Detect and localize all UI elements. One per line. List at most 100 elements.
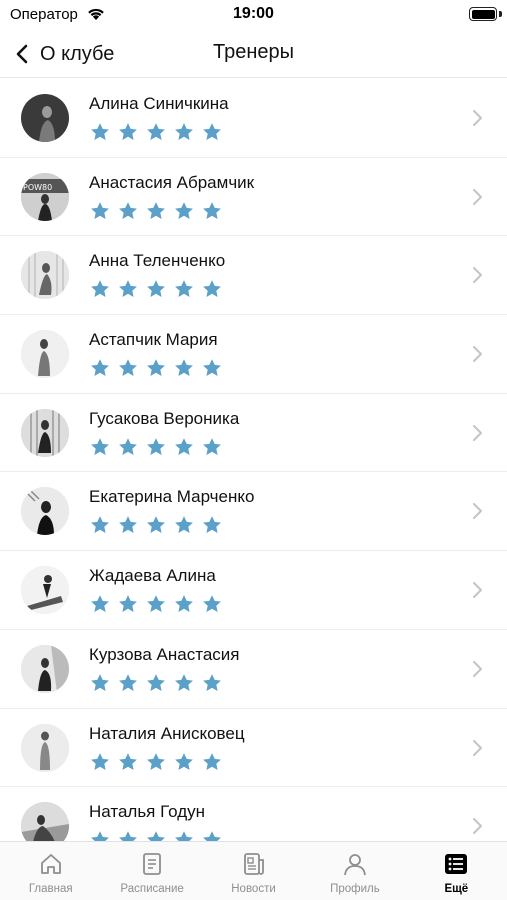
star-icon [91, 280, 109, 298]
star-icon [91, 123, 109, 140]
tab-profile[interactable]: Профиль [304, 842, 405, 900]
chevron-right-icon [473, 503, 482, 520]
star-icon [119, 595, 137, 613]
svg-text:POW80: POW80 [23, 183, 52, 192]
trainer-name: Курзова Анастасия [89, 644, 240, 664]
star-icon [91, 201, 109, 219]
trainer-avatar [21, 487, 69, 536]
page-title-text: Тренеры [212, 41, 294, 63]
star-icon [175, 752, 193, 770]
tab-more[interactable]: Ещё [406, 842, 507, 900]
trainer-row[interactable]: Анна Теленченко [0, 236, 507, 316]
tab-label: Профиль [330, 883, 380, 895]
rating-stars [90, 279, 222, 299]
home-icon [40, 854, 61, 874]
chevron-right-icon [473, 346, 482, 363]
star-icon [119, 201, 137, 219]
chevron-right-icon [473, 424, 482, 441]
star-icon [203, 201, 221, 219]
chevron-right-icon [473, 739, 482, 756]
tab-label: Ещё [444, 883, 469, 895]
star-icon [91, 516, 109, 534]
trainer-row[interactable]: Наталья Годун [0, 787, 507, 841]
star-icon [147, 831, 165, 841]
star-icon [119, 359, 137, 377]
star-icon [119, 437, 137, 455]
trainer-avatar [21, 723, 69, 772]
star-icon [119, 752, 137, 770]
rating-stars [90, 830, 222, 841]
trainer-avatar [21, 330, 69, 379]
star-icon [147, 359, 165, 377]
trainer-row[interactable]: POW80 Анастасия Абрамчик [0, 158, 507, 237]
tab-schedule[interactable]: Расписание [101, 842, 202, 900]
battery-cap [499, 11, 502, 17]
star-icon [91, 831, 109, 841]
trainer-name: Алина Синичкина [89, 94, 229, 113]
rating-stars [90, 437, 222, 457]
trainer-row[interactable]: Астапчик Мария [0, 315, 507, 394]
tab-label: Главная [28, 883, 73, 895]
chevron-right-icon [473, 582, 482, 599]
more-icon [445, 854, 468, 874]
star-icon [175, 516, 193, 534]
trainer-avatar [21, 94, 69, 142]
rating-stars [90, 673, 222, 693]
trainer-row[interactable]: Екатерина Марченко [0, 472, 507, 552]
tab-home[interactable]: Главная [0, 842, 101, 900]
star-icon [175, 280, 193, 298]
star-icon [147, 437, 165, 455]
trainer-name: Наталия Анисковец [89, 723, 245, 743]
trainer-list[interactable]: Алина Синичкина POW80 Анастасия Абрамчик Ан… [0, 79, 507, 841]
star-icon [91, 752, 109, 770]
star-icon [175, 123, 193, 140]
tab-label: Расписание [120, 883, 184, 895]
trainer-avatar [21, 408, 69, 457]
star-icon [91, 595, 109, 613]
status-time: 19:00 [233, 5, 274, 22]
star-icon [91, 359, 109, 377]
star-icon [175, 201, 193, 219]
trainer-row[interactable]: Курзова Анастасия [0, 630, 507, 709]
star-icon [147, 595, 165, 613]
profile-icon [344, 854, 366, 876]
chevron-right-icon [473, 660, 482, 677]
star-icon [203, 280, 221, 298]
trainer-row[interactable]: Алина Синичкина [0, 79, 507, 158]
star-icon [175, 595, 193, 613]
star-icon [147, 516, 165, 534]
rating-stars [90, 515, 222, 535]
trainer-name: Жадаева Алина [89, 566, 216, 586]
trainer-name: Гусакова Вероника [89, 408, 240, 428]
battery-icon [469, 7, 497, 21]
trainer-name: Анастасия Абрамчик [89, 172, 255, 192]
star-icon [147, 201, 165, 219]
star-icon [175, 831, 193, 841]
star-icon [119, 280, 137, 298]
trainer-avatar [21, 644, 69, 693]
star-icon [203, 674, 221, 691]
star-icon [91, 437, 109, 455]
star-icon [119, 123, 137, 140]
star-icon [147, 280, 165, 298]
star-icon [175, 437, 193, 455]
trainer-name: Наталья Годун [89, 802, 206, 822]
schedule-icon [143, 853, 162, 875]
rating-stars [90, 201, 222, 221]
star-icon [119, 831, 137, 841]
trainer-row[interactable]: Наталия Анисковец [0, 709, 507, 788]
trainer-row[interactable]: Жадаева Алина [0, 551, 507, 630]
chevron-right-icon [473, 818, 482, 835]
star-icon [203, 123, 221, 140]
star-icon [175, 359, 193, 377]
trainer-row[interactable]: Гусакова Вероника [0, 394, 507, 473]
chevron-right-icon [473, 110, 482, 126]
trainer-avatar [21, 251, 69, 300]
star-icon [203, 595, 221, 613]
status-bar: Оператор 19:00 [0, 0, 507, 28]
star-icon [119, 674, 137, 691]
rating-stars [90, 594, 222, 614]
tab-news[interactable]: Новости [203, 842, 304, 900]
trainer-avatar [21, 802, 69, 841]
news-icon [243, 853, 264, 875]
